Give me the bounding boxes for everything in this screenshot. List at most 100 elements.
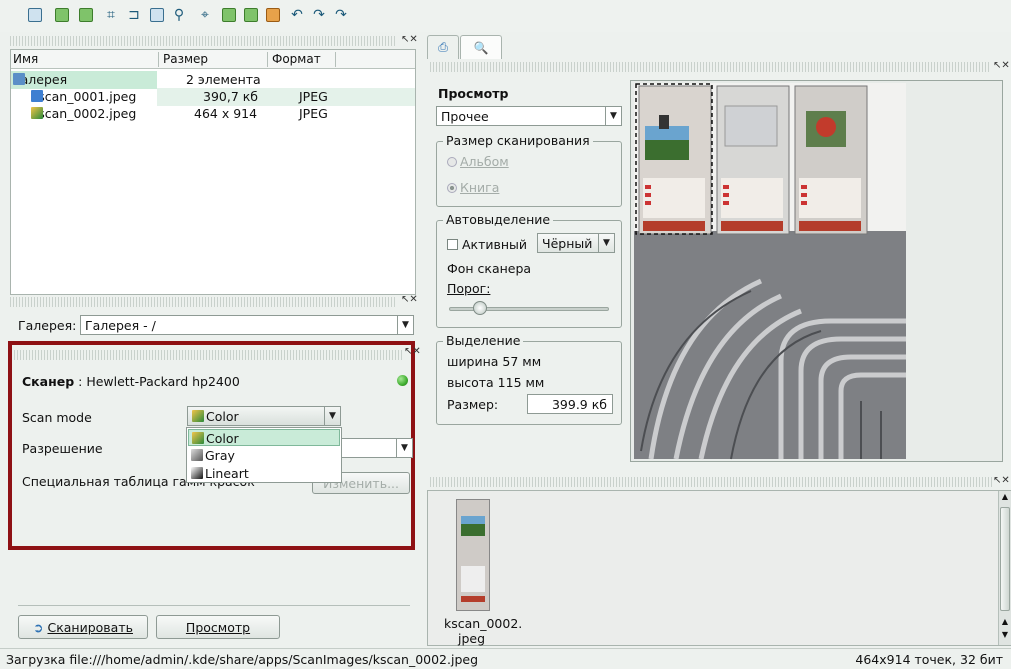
scanner-icon: ⎙ bbox=[438, 40, 448, 54]
scan-icon[interactable] bbox=[53, 6, 71, 24]
file-list-header: Имя Размер Формат bbox=[11, 50, 415, 69]
tab-scan[interactable]: ⎙ bbox=[427, 35, 459, 59]
dock-handle[interactable] bbox=[10, 297, 395, 307]
active-checkbox[interactable]: Активный bbox=[447, 237, 527, 252]
size-value: 399.9 кб bbox=[527, 394, 613, 414]
scroll-up-icon[interactable]: ▲ bbox=[1000, 492, 1010, 506]
scroll-thumb[interactable] bbox=[1000, 507, 1010, 611]
print-icon[interactable] bbox=[26, 6, 44, 24]
selection-group: Выделение ширина 57 мм высота 115 мм Раз… bbox=[436, 333, 622, 425]
dock-handle[interactable] bbox=[14, 350, 404, 360]
item-size: 2 элемента bbox=[186, 72, 261, 87]
threshold-label: Порог: bbox=[447, 281, 490, 296]
status-text: Загрузка file:///home/admin/.kde/share/a… bbox=[6, 652, 479, 667]
scan-mode-select[interactable]: Color ▼ bbox=[187, 406, 341, 426]
scanner-name: : Hewlett-Packard hp2400 bbox=[74, 374, 240, 389]
zoom-icon[interactable]: ⚲ bbox=[170, 6, 188, 24]
thumbnail-image[interactable] bbox=[456, 499, 490, 611]
redo-icon[interactable]: ↷ bbox=[310, 6, 328, 24]
album-radio[interactable]: Альбом bbox=[447, 154, 509, 169]
preview-button[interactable]: Просмотр bbox=[156, 615, 280, 639]
scan-size-group: Размер сканирования Альбом Книга bbox=[436, 133, 622, 207]
color-select[interactable]: Чёрный ▼ bbox=[537, 233, 615, 253]
chevron-down-icon: ▼ bbox=[397, 316, 413, 334]
crop-icon[interactable]: ⌗ bbox=[102, 6, 120, 24]
status-bar: Загрузка file:///home/admin/.kde/share/a… bbox=[0, 648, 1011, 669]
color-mode-icon bbox=[192, 410, 204, 422]
gallery-value: Галерея - / bbox=[85, 318, 156, 333]
scan-icon[interactable] bbox=[77, 6, 95, 24]
resolution-label: Разрешение bbox=[22, 441, 103, 456]
chevron-down-icon: ▼ bbox=[396, 439, 412, 457]
dock-handle[interactable] bbox=[10, 36, 395, 46]
book-label: Книга bbox=[460, 180, 500, 195]
size-label: Размер: bbox=[447, 397, 499, 412]
dock-close-icon[interactable]: ↖✕ bbox=[401, 34, 418, 45]
image-info: 464x914 точек, 32 бит bbox=[855, 652, 1003, 667]
folder-icon bbox=[13, 73, 25, 85]
mirror-h-icon[interactable] bbox=[220, 6, 238, 24]
flip-icon[interactable] bbox=[264, 6, 282, 24]
undo-icon[interactable]: ↶ bbox=[288, 6, 306, 24]
thumbnail-caption: kscan_0002. bbox=[444, 616, 523, 631]
list-item[interactable]: Галерея 2 элемента bbox=[11, 71, 415, 89]
radio-icon bbox=[447, 183, 457, 193]
scanned-image bbox=[634, 83, 906, 460]
redo2-icon[interactable]: ↷ bbox=[332, 6, 350, 24]
gallery-select[interactable]: Галерея - / ▼ bbox=[80, 315, 414, 335]
gallery-label: Галерея: bbox=[18, 318, 77, 333]
preview-canvas[interactable] bbox=[630, 80, 1003, 462]
dropdown-option-gray[interactable]: Gray bbox=[188, 447, 340, 464]
mirror-icon[interactable]: ⊐ bbox=[125, 6, 143, 24]
zoom-fit-icon[interactable] bbox=[148, 6, 166, 24]
dock-handle[interactable] bbox=[430, 477, 992, 487]
book-radio[interactable]: Книга bbox=[447, 180, 499, 195]
scan-button[interactable]: ➲ Сканировать bbox=[18, 615, 148, 639]
toolbar: ⌗ ⊐ ⚲ ⌖ ↶ ↷ ↷ bbox=[0, 0, 1011, 32]
color-value: Чёрный bbox=[542, 236, 593, 251]
dropdown-option-color[interactable]: Color bbox=[188, 429, 340, 446]
dock-handle[interactable] bbox=[430, 62, 990, 72]
scrollbar[interactable]: ▲ ▲ ▼ bbox=[998, 491, 1011, 645]
rotate-icon[interactable]: ⌖ bbox=[196, 6, 214, 24]
column-size[interactable]: Размер bbox=[163, 52, 208, 66]
preset-value: Прочее bbox=[441, 109, 489, 124]
dock-close-icon[interactable]: ↖✕ bbox=[404, 346, 421, 357]
mirror-v-icon[interactable] bbox=[242, 6, 260, 24]
list-item[interactable]: kscan_0001.jpeg 390,7 кб JPEG bbox=[11, 88, 415, 106]
checkbox-icon bbox=[447, 239, 458, 250]
autoselect-title: Автовыделение bbox=[443, 212, 554, 227]
item-size: 390,7 кб bbox=[203, 89, 259, 104]
scroll-up-icon[interactable]: ▲ bbox=[1000, 617, 1010, 629]
file-list[interactable]: Имя Размер Формат Галерея 2 элемента ksc… bbox=[10, 49, 416, 295]
selection-width: ширина 57 мм bbox=[447, 354, 542, 369]
radio-icon bbox=[447, 157, 457, 167]
item-format: JPEG bbox=[299, 106, 328, 121]
column-format[interactable]: Формат bbox=[272, 52, 321, 66]
preset-select[interactable]: Прочее ▼ bbox=[436, 106, 622, 126]
dock-close-icon[interactable]: ↖✕ bbox=[993, 475, 1010, 486]
scanner-line: Сканер : Hewlett-Packard hp2400 bbox=[22, 374, 240, 389]
thumbnail-panel[interactable]: kscan_0002. jpeg ▲ ▲ ▼ bbox=[427, 490, 1011, 646]
gray-mode-icon bbox=[191, 449, 203, 461]
dropdown-option-lineart[interactable]: Lineart bbox=[188, 465, 340, 482]
magnifier-icon: 🔍 bbox=[473, 40, 489, 55]
threshold-text: Порог: bbox=[447, 281, 491, 296]
scan-size-title: Размер сканирования bbox=[443, 133, 593, 148]
dock-close-icon[interactable]: ↖✕ bbox=[993, 60, 1010, 71]
column-name[interactable]: Имя bbox=[13, 52, 38, 66]
thumbnail-caption-2: jpeg bbox=[458, 631, 486, 646]
chevron-down-icon: ▼ bbox=[605, 107, 621, 125]
tab-preview[interactable]: 🔍 bbox=[460, 35, 502, 59]
dock-close-icon[interactable]: ↖✕ bbox=[401, 294, 418, 305]
scan-mode-dropdown[interactable]: Color Gray Lineart bbox=[186, 427, 342, 483]
preview-title: Просмотр bbox=[438, 86, 509, 101]
slider-handle[interactable] bbox=[473, 301, 487, 315]
status-led-icon bbox=[397, 375, 408, 386]
option-label: Gray bbox=[205, 448, 235, 463]
scroll-down-icon[interactable]: ▼ bbox=[1000, 630, 1010, 642]
album-label: Альбом bbox=[460, 154, 509, 169]
list-item[interactable]: kscan_0002.jpeg 464 x 914 JPEG bbox=[11, 105, 415, 123]
image-file-icon bbox=[31, 107, 43, 119]
divider bbox=[18, 605, 410, 606]
